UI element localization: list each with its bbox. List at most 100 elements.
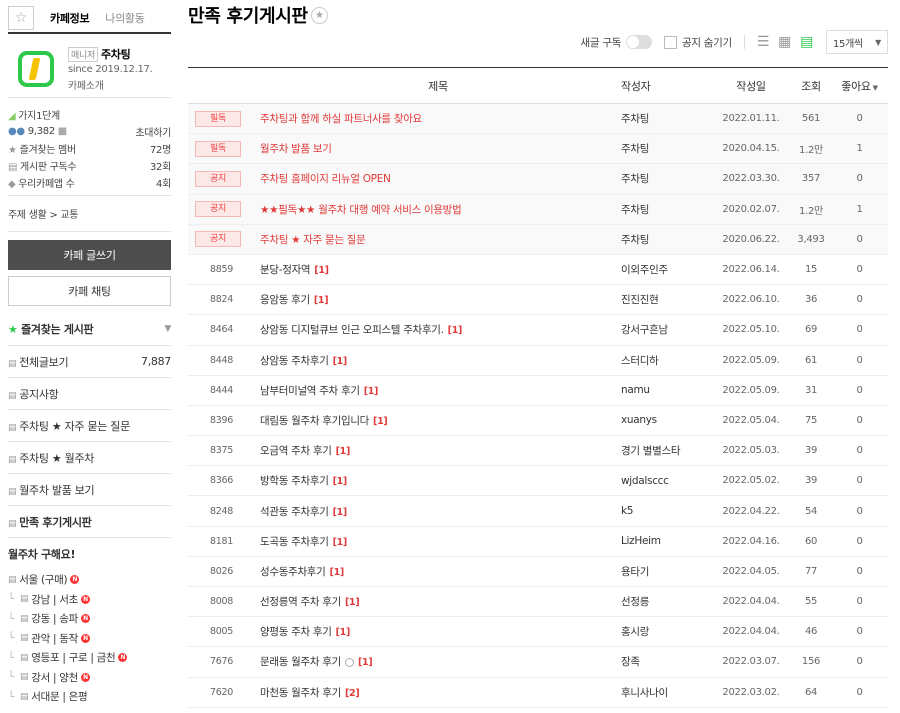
post-title-link[interactable]: 남부터미널역 주차 후기 (260, 385, 360, 397)
post-author[interactable]: 용타기 (621, 564, 711, 579)
comment-count[interactable]: [1] (345, 597, 360, 608)
comment-count[interactable]: [2] (345, 688, 360, 699)
post-author[interactable]: 스터디하 (621, 353, 711, 368)
post-author[interactable]: LizHeim (621, 535, 711, 547)
post-title-link[interactable]: 마천동 월주차 후기 (260, 687, 341, 699)
post-title-link[interactable]: 분당-정자역 (260, 264, 311, 276)
new-post-sub-toggle[interactable] (626, 35, 653, 49)
post-title-link[interactable]: 상암동 주차후기 (260, 355, 329, 367)
cafe-name[interactable]: 주차팅 (101, 48, 131, 61)
comment-count[interactable]: [1] (333, 507, 348, 518)
post-number: 8396 (210, 414, 233, 426)
comment-count[interactable]: [1] (358, 657, 373, 668)
cafe-logo[interactable] (18, 51, 54, 87)
cafe-chat-button[interactable]: 카페 채팅 (8, 276, 171, 306)
post-author[interactable]: 진진진현 (621, 292, 711, 307)
post-likes: 0 (856, 475, 863, 487)
menu-item-reviews[interactable]: ▤ 만족 후기게시판 (8, 506, 171, 538)
menu-item-faq[interactable]: ▤ 주차팅 ★ 자주 묻는 질문 (8, 410, 171, 442)
post-title-link[interactable]: 대림동 월주차 후기입니다 (260, 415, 369, 427)
group-item-gangseo[interactable]: └ ▤ 강서 | 양천 N (8, 668, 171, 688)
post-likes: 0 (856, 173, 863, 185)
post-likes: 1 (856, 143, 863, 155)
post-author[interactable]: 주차팅 (621, 202, 711, 217)
comment-count[interactable]: [1] (333, 356, 348, 367)
post-author[interactable]: xuanys (621, 414, 711, 426)
comment-count[interactable]: [1] (314, 265, 329, 276)
post-title-link[interactable]: 상암동 디지털큐브 인근 오피스텔 주차후기. (260, 324, 444, 336)
post-title-link[interactable]: 양평동 주차 후기 (260, 626, 332, 638)
card-view-icon[interactable]: ▤ (800, 34, 813, 50)
post-title-link[interactable]: 성수동주차후기 (260, 566, 326, 578)
group-item-seoul[interactable]: ▤ 서울 (구매) N (8, 570, 171, 590)
menu-item-monthly-legwork[interactable]: ▤ 월주차 발품 보기 (8, 474, 171, 506)
new-post-sub-label: 새글 구독 (580, 36, 622, 49)
post-date: 2022.05.03. (722, 445, 780, 457)
group-item-gangnam[interactable]: └ ▤ 강남 | 서초 N (8, 590, 171, 610)
post-author[interactable]: 주차팅 (621, 171, 711, 186)
post-author[interactable]: 주차팅 (621, 111, 711, 126)
tab-cafe-info[interactable]: 카페정보 (50, 10, 90, 26)
favorite-cafe-star-icon[interactable]: ☆ (8, 6, 34, 30)
notice-row: 공지 ★★필독★★ 월주차 대행 예약 서비스 이용방법 주차팅 2020.02.07… (188, 194, 888, 225)
hide-notice-checkbox[interactable] (664, 35, 678, 49)
post-author[interactable]: 강서구흔남 (621, 322, 711, 337)
post-title-link[interactable]: 주차팅 홈페이지 리뉴얼 OPEN (255, 171, 621, 186)
hide-notice-label[interactable]: 공지 숨기기 (682, 35, 732, 50)
comment-count[interactable]: [1] (373, 416, 388, 427)
post-title-link[interactable]: 월주차 발품 보기 (255, 141, 621, 156)
post-author[interactable]: 후니사나이 (621, 685, 711, 700)
post-author[interactable]: 이외주인주 (621, 262, 711, 277)
menu-item-monthly-parking[interactable]: ▤ 주차팅 ★ 월주차 (8, 442, 171, 474)
post-title-link[interactable]: 문래동 월주차 후기 (260, 656, 341, 668)
comment-count[interactable]: [1] (336, 446, 351, 457)
post-author[interactable]: namu (621, 384, 711, 396)
comment-count[interactable]: [1] (333, 476, 348, 487)
group-item-seodaemun[interactable]: └ ▤ 서대문 | 은평 (8, 687, 171, 707)
grid-view-icon[interactable]: ▦ (778, 34, 791, 50)
fav-boards-header[interactable]: ★ 즐겨찾는 게시판 ▼ (8, 312, 171, 346)
col-title: 제목 (428, 79, 448, 93)
post-title-link[interactable]: 방학동 주차후기 (260, 475, 329, 487)
comment-count[interactable]: [1] (330, 567, 345, 578)
group-item-yeongdeungpo[interactable]: └ ▤ 영등포 | 구로 | 금천 N (8, 648, 171, 668)
comment-count[interactable]: [1] (448, 325, 463, 336)
tab-my-activity[interactable]: 나의활동 (105, 10, 145, 26)
invite-link[interactable]: 초대하기 (135, 124, 171, 139)
group-item-gangdong[interactable]: └ ▤ 강동 | 송파 N (8, 609, 171, 629)
table-row: 7676 문래동 월주차 후기 [1] 장족 2022.03.07. 156 0 (188, 647, 888, 678)
menu-count: 7,887 (141, 355, 171, 368)
comment-count[interactable]: [1] (314, 295, 329, 306)
menu-item-notices[interactable]: ▤ 공지사항 (8, 378, 171, 410)
menu-item-all-posts[interactable]: ▤ 전체글보기 7,887 (8, 346, 171, 378)
star-icon[interactable]: ★ (310, 6, 328, 24)
post-title-link[interactable]: 주차팅 ★ 자주 묻는 질문 (255, 232, 621, 247)
post-author[interactable]: 선정릉 (621, 594, 711, 609)
cafe-level[interactable]: 가지1단계 (18, 111, 60, 122)
cafe-topic[interactable]: 주제 생활 > 교통 (8, 196, 171, 232)
post-title-link[interactable]: 선정릉역 주차 후기 (260, 596, 341, 608)
post-title-link[interactable]: ★★필독★★ 월주차 대행 예약 서비스 이용방법 (255, 202, 621, 217)
post-title-link[interactable]: 도곡동 주차후기 (260, 536, 329, 548)
comment-count[interactable]: [1] (336, 627, 351, 638)
comment-count[interactable]: [1] (364, 386, 379, 397)
post-author[interactable]: 경기 별별스타 (621, 443, 711, 458)
post-author[interactable]: 홍시랑 (621, 624, 711, 639)
cafe-intro-link[interactable]: 카페소개 (68, 77, 153, 92)
post-title-link[interactable]: 오금역 주차 후기 (260, 445, 332, 457)
post-author[interactable]: k5 (621, 505, 711, 517)
group-item-gwanak[interactable]: └ ▤ 관악 | 동작 N (8, 629, 171, 649)
post-title-link[interactable]: 석관동 주차후기 (260, 506, 329, 518)
cafe-write-button[interactable]: 카페 글쓰기 (8, 240, 171, 270)
col-likes[interactable]: 좋아요 ▼ (831, 78, 888, 94)
comment-count[interactable]: [1] (333, 537, 348, 548)
post-author[interactable]: 주차팅 (621, 232, 711, 247)
post-title-link[interactable]: 주차팅과 함께 하실 파트너사를 찾아요 (255, 111, 621, 126)
post-author[interactable]: 장족 (621, 654, 711, 669)
member-count[interactable]: 9,382 (28, 126, 55, 137)
post-author[interactable]: 주차팅 (621, 141, 711, 156)
per-page-select[interactable]: 15개씩 ▼ (826, 30, 888, 54)
post-title-link[interactable]: 응암동 후기 (260, 294, 310, 306)
list-view-icon[interactable]: ☰ (757, 34, 770, 50)
post-author[interactable]: wjdalsccc (621, 475, 711, 487)
